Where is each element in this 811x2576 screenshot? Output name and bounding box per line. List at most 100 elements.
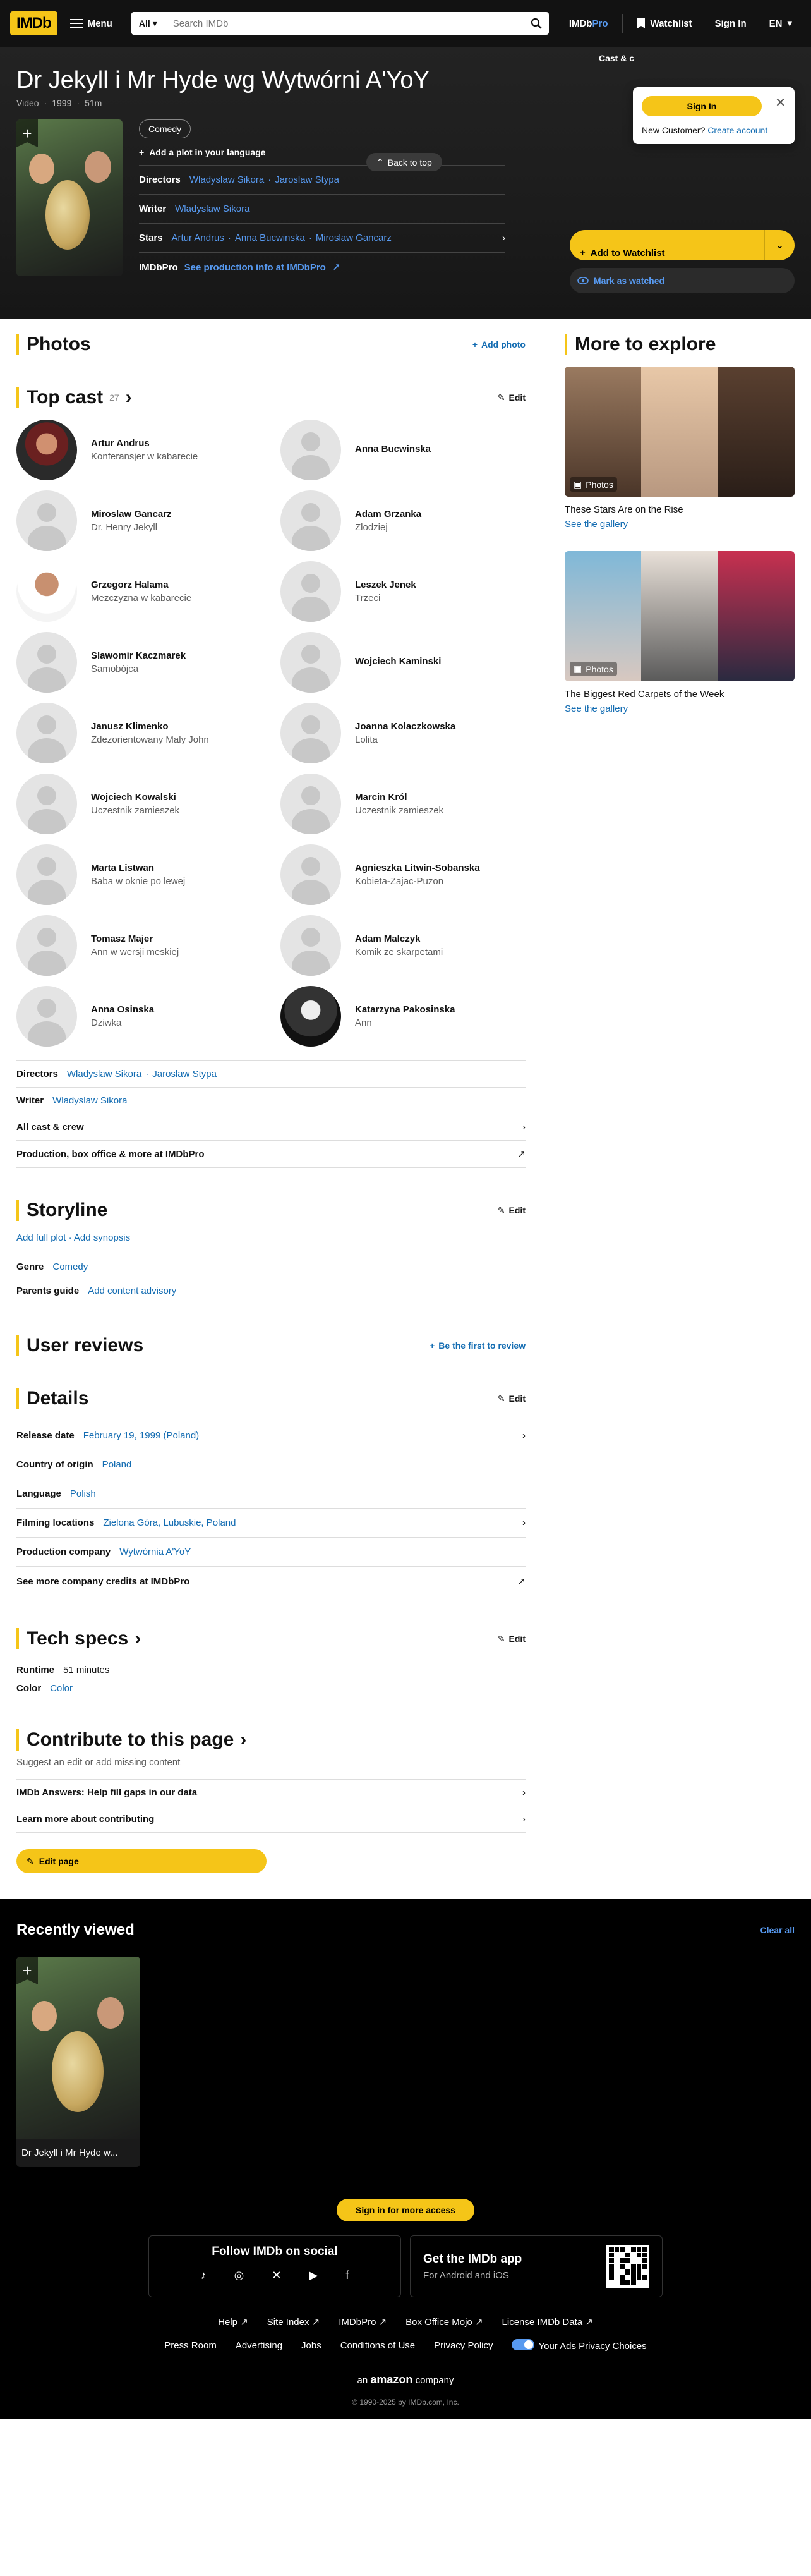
cast-name[interactable]: Wojciech Kaminski [355,656,441,667]
first-review-button[interactable]: + Be the first to review [430,1340,526,1351]
director-link[interactable]: Jaroslaw Stypa [275,174,339,185]
language-selector[interactable]: EN ▾ [760,13,801,34]
explore-title[interactable]: These Stars Are on the Rise [565,504,795,515]
explore-title[interactable]: The Biggest Red Carpets of the Week [565,689,795,700]
cast-name[interactable]: Wojciech Kowalski [91,792,179,803]
search-category-dropdown[interactable]: All ▾ [131,12,165,35]
footer-link[interactable]: Conditions of Use [340,2340,415,2351]
cast-member[interactable]: Anna Bucwinska [280,420,526,480]
detail-value[interactable]: Zielona Góra, Lubuskie, Poland [103,1517,236,1528]
cast-name[interactable]: Anna Bucwinska [355,444,431,454]
cast-member[interactable]: Wojciech Kowalski Uczestnik zamieszek [16,774,261,834]
recent-poster-image[interactable]: + [16,1957,140,2139]
detail-value[interactable]: Wytwórnia A'YoY [119,1546,191,1557]
edit-tech-button[interactable]: ✎ Edit [498,1634,526,1644]
imdb-answers-link[interactable]: IMDb Answers: Help fill gaps in our data… [16,1779,526,1806]
cast-member[interactable]: Agnieszka Litwin-Sobanska Kobieta-Zajac-P… [280,844,526,905]
learn-contributing-link[interactable]: Learn more about contributing › [16,1806,526,1833]
company-credits-link[interactable]: See more company credits at IMDbPro ↗ [16,1566,526,1596]
cast-name[interactable]: Miroslaw Gancarz [91,509,172,519]
cast-member[interactable]: Adam Malczyk Komik ze skarpetami [280,915,526,976]
imdbpro-row[interactable]: IMDbPro See production info at IMDbPro ↗ [139,252,505,282]
cast-name[interactable]: Agnieszka Litwin-Sobanska [355,863,480,873]
detail-value[interactable]: Polish [70,1488,96,1499]
x-icon[interactable]: ✕ [272,2269,281,2282]
cast-member[interactable]: Slawomir Kaczmarek Samobójca [16,632,261,693]
avatar-placeholder-icon[interactable] [16,490,77,551]
avatar-placeholder-icon[interactable] [280,490,341,551]
avatar-placeholder-icon[interactable] [280,915,341,976]
menu-button[interactable]: Menu [63,13,120,34]
add-full-plot-link[interactable]: Add full plot [16,1232,66,1243]
cast-name[interactable]: Adam Malczyk [355,933,443,944]
edit-storyline-button[interactable]: ✎ Edit [498,1205,526,1216]
footer-link[interactable]: Jobs [301,2340,321,2351]
production-imdbpro-link[interactable]: Production, box office & more at IMDbPro… [16,1140,526,1168]
app-box[interactable]: Get the IMDb app For Android and iOS [410,2235,663,2297]
explore-image[interactable]: ▣ Photos [565,367,795,497]
edit-page-button[interactable]: ✎ Edit page [16,1849,267,1873]
meta-year[interactable]: 1999 [52,98,71,108]
recent-item-title[interactable]: Dr Jekyll i Mr Hyde w... [16,2139,140,2167]
create-account-link[interactable]: Create account [707,125,767,135]
release-date-row[interactable]: Release date February 19, 1999 (Poland) › [16,1421,526,1450]
star-link[interactable]: Artur Andrus [172,233,224,243]
detail-value[interactable]: Poland [102,1459,132,1470]
explore-card[interactable]: ▣ Photos These Stars Are on the Rise See … [565,367,795,530]
cast-member[interactable]: Anna Osinska Dziwka [16,986,261,1047]
avatar-placeholder-icon[interactable] [280,561,341,622]
clear-all-button[interactable]: Clear all [760,1925,795,1935]
sign-in-link[interactable]: Sign In [706,13,755,34]
add-to-watchlist-ribbon-icon[interactable]: + [16,1957,38,1984]
youtube-icon[interactable]: ▶ [309,2269,318,2282]
cast-name[interactable]: Tomasz Majer [91,933,179,944]
cast-member[interactable]: Joanna Kolaczkowska Lolita [280,703,526,763]
popup-sign-in-button[interactable]: Sign In [642,96,762,116]
avatar-placeholder-icon[interactable] [16,986,77,1047]
imdb-logo[interactable]: IMDb [10,11,57,35]
explore-image[interactable]: ▣ Photos [565,551,795,681]
genre-link[interactable]: Comedy [52,1261,88,1272]
cast-name[interactable]: Marta Listwan [91,863,185,873]
footer-link[interactable]: Box Office Mojo ↗ [406,2316,483,2328]
cast-name[interactable]: Artur Andrus [91,438,198,449]
see-gallery-link[interactable]: See the gallery [565,703,795,714]
detail-value[interactable]: February 19, 1999 (Poland) [83,1430,199,1441]
filming-locations-row[interactable]: Filming locations Zielona Góra, Lubuskie,… [16,1508,526,1537]
avatar-placeholder-icon[interactable] [16,915,77,976]
footer-link[interactable]: IMDbPro ↗ [339,2316,387,2328]
cast-name[interactable]: Grzegorz Halama [91,580,191,590]
cast-name[interactable]: Slawomir Kaczmarek [91,650,186,661]
footer-link[interactable]: Site Index ↗ [267,2316,320,2328]
see-gallery-link[interactable]: See the gallery [565,519,795,530]
sign-in-more-button[interactable]: Sign in for more access [337,2199,474,2221]
all-cast-crew-link[interactable]: All cast & crew › [16,1114,526,1140]
content-advisory-link[interactable]: Add content advisory [88,1285,176,1296]
imdbpro-link[interactable]: IMDbPro [560,18,617,29]
genre-chip[interactable]: Comedy [139,119,191,138]
cast-member[interactable]: Tomasz Majer Ann w wersji meskiej [16,915,261,976]
cast-name[interactable]: Joanna Kolaczkowska [355,721,455,732]
cast-member[interactable]: Katarzyna Pakosinska Ann [280,986,526,1047]
writer-link[interactable]: Wladyslaw Sikora [175,204,249,214]
writer-link[interactable]: Wladyslaw Sikora [52,1095,127,1106]
cast-member[interactable]: Marta Listwan Baba w oknie po lewej [16,844,261,905]
cast-name[interactable]: Marcin Król [355,792,443,803]
avatar[interactable] [280,986,341,1047]
ads-privacy-choices-link[interactable]: Your Ads Privacy Choices [512,2339,647,2352]
cast-member[interactable]: Leszek Jenek Trzeci [280,561,526,622]
avatar-placeholder-icon[interactable] [280,632,341,693]
footer-link[interactable]: License IMDb Data ↗ [502,2316,593,2328]
cast-name[interactable]: Adam Grzanka [355,509,421,519]
facebook-icon[interactable]: f [345,2269,349,2282]
cast-member[interactable]: Grzegorz Halama Mezczyzna w kabarecie [16,561,261,622]
avatar-placeholder-icon[interactable] [16,632,77,693]
cast-member[interactable]: Wojciech Kaminski [280,632,526,693]
avatar[interactable] [16,561,77,622]
cast-member[interactable]: Marcin Król Uczestnik zamieszek [280,774,526,834]
add-to-watchlist-button[interactable]: + Add to Watchlist ⌄ [570,230,795,260]
poster-image[interactable]: + [16,119,123,276]
stars-row[interactable]: Stars Artur Andrus · Anna Bucwinska · Mirosl… [139,223,505,252]
star-link[interactable]: Anna Bucwinska [235,233,305,243]
watchlist-button[interactable]: Watchlist [628,13,701,34]
